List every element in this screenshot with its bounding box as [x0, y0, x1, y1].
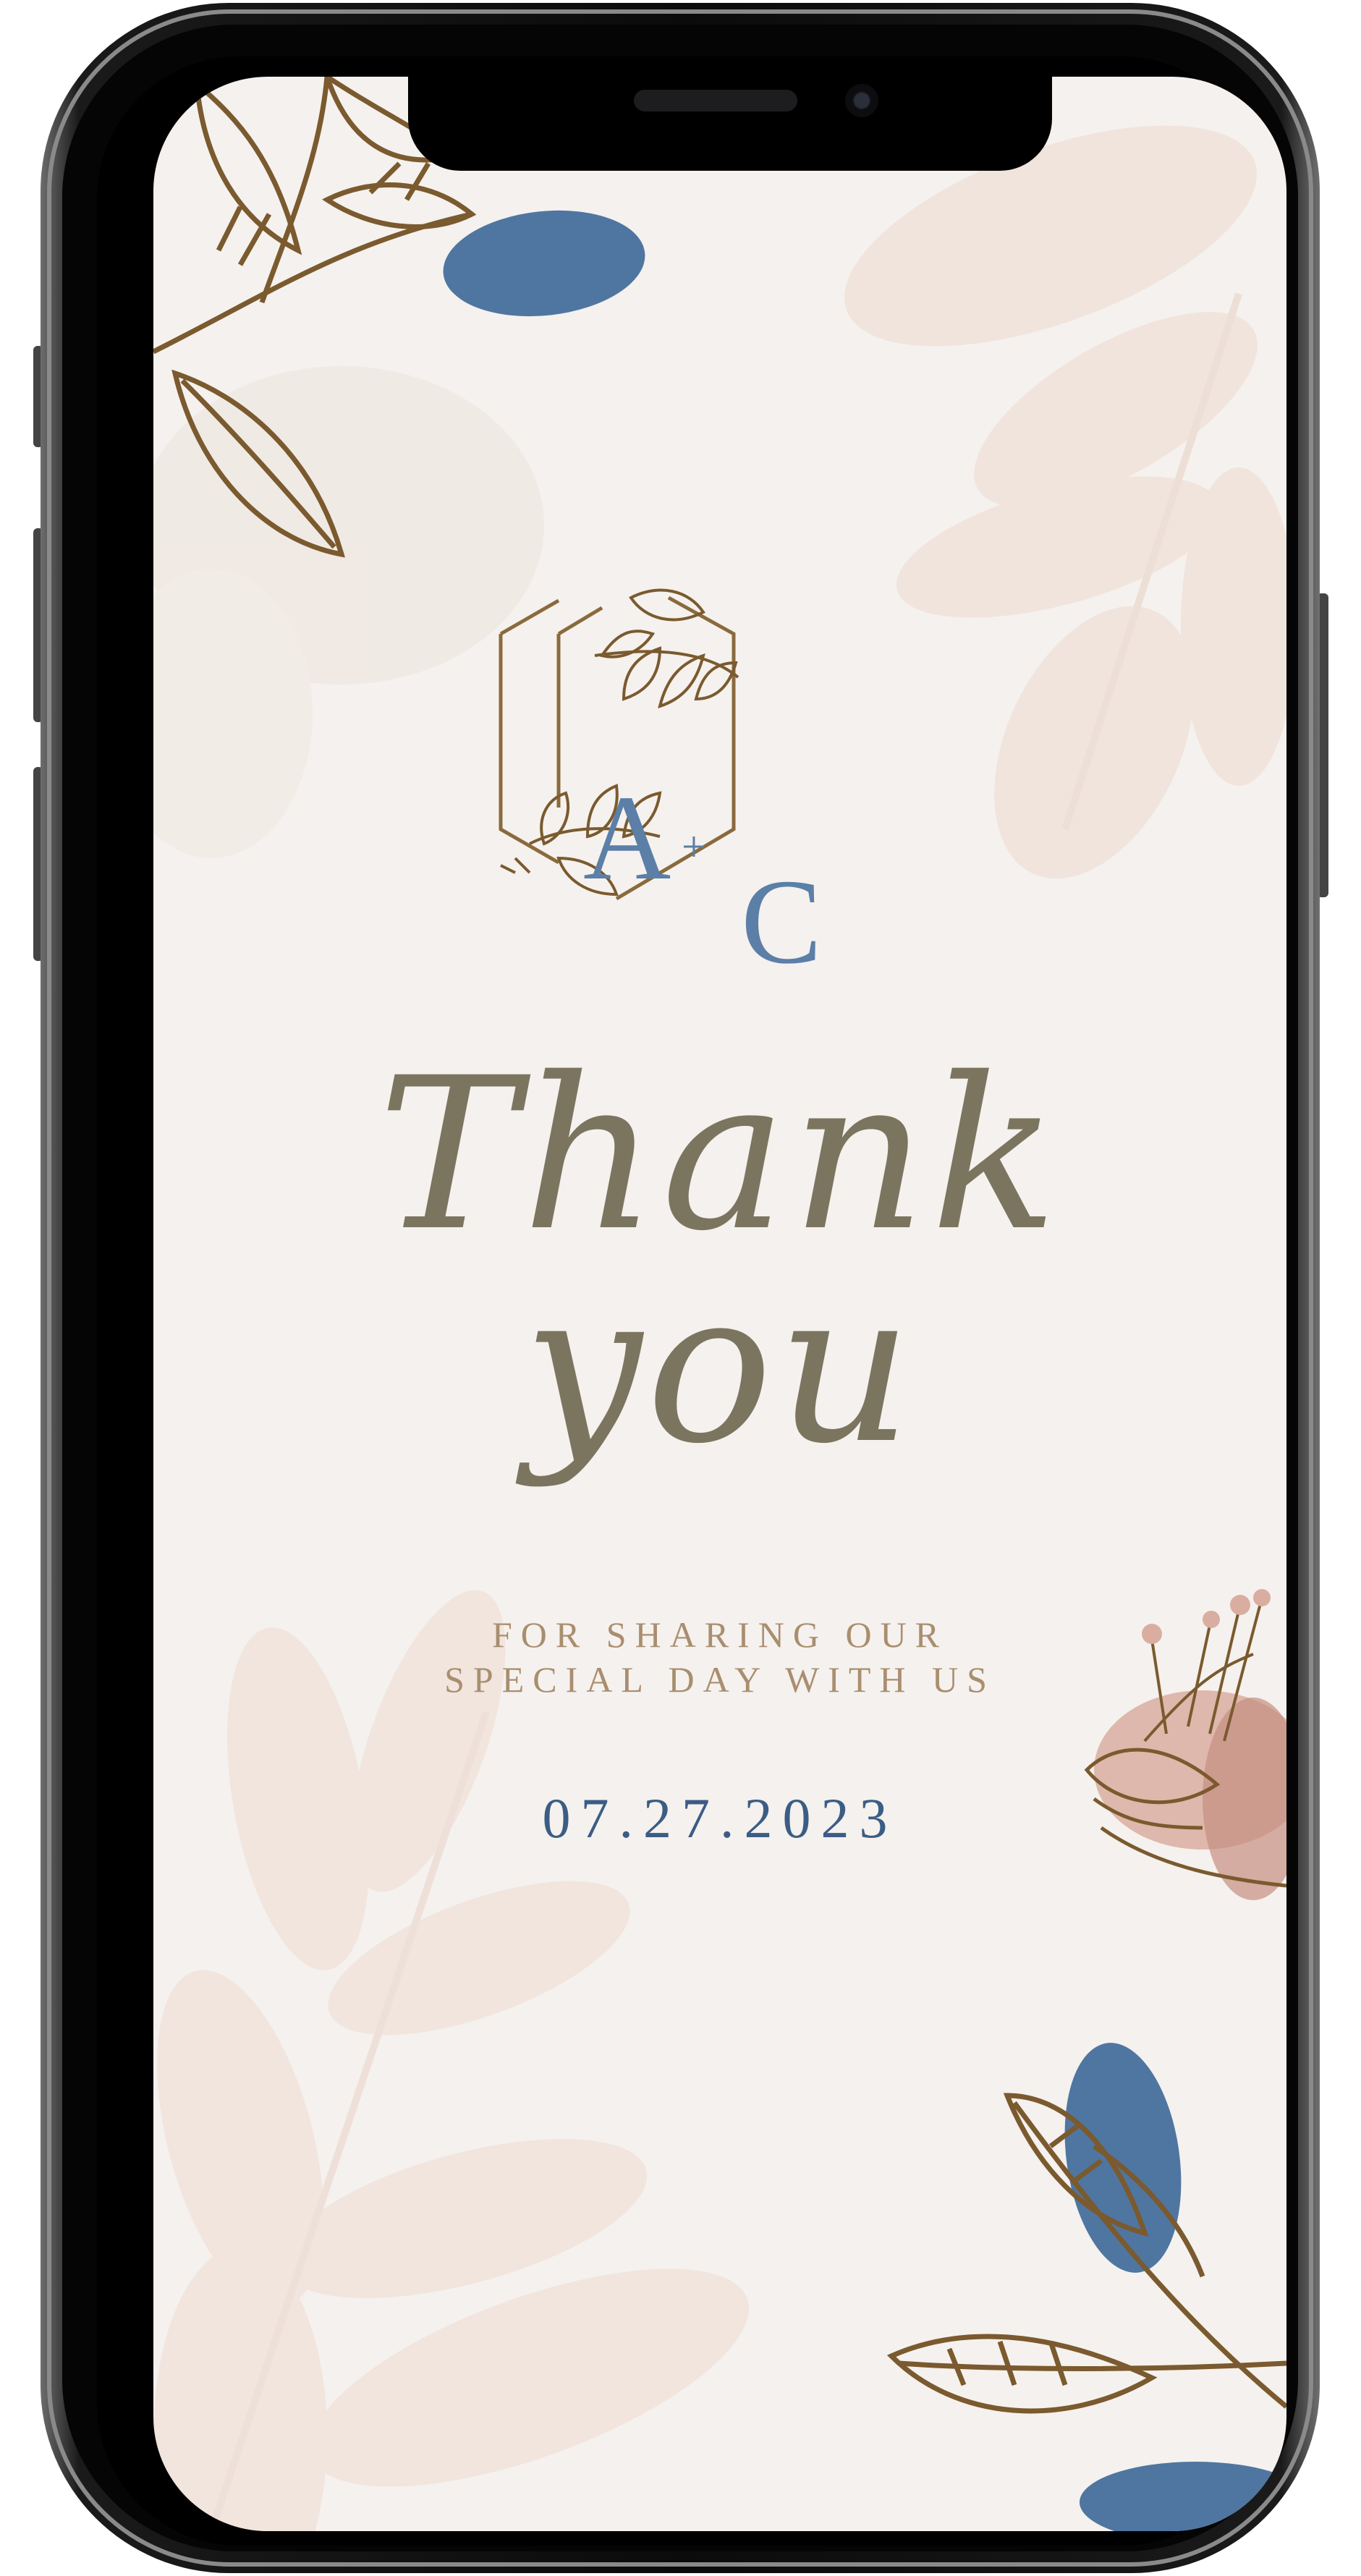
monogram-initial-left: A	[583, 771, 671, 905]
subtitle-line-1: FOR SHARING OUR	[491, 1614, 949, 1655]
subtitle-line-2: SPECIAL DAY WITH US	[444, 1659, 996, 1700]
blush-leaf-wash-left	[153, 1590, 750, 2531]
monogram-initial-right: C	[741, 855, 823, 989]
speaker-grille	[634, 90, 797, 111]
title-line-1: Thank	[378, 1033, 1062, 1277]
phone-mockup: A + C Thank you FOR SHARING OUR SPECIAL …	[33, 0, 1328, 2576]
watercolor-cloud	[153, 366, 544, 858]
blue-wash-top	[443, 210, 645, 317]
event-date: 07.27.2023	[542, 1787, 898, 1850]
screen: A + C Thank you FOR SHARING OUR SPECIAL …	[153, 77, 1286, 2531]
monogram-plus: +	[682, 823, 706, 870]
blue-wash-bottom-edge	[1080, 2462, 1286, 2531]
title-line-2: you	[523, 1246, 917, 1490]
monogram: A + C	[524, 595, 929, 1043]
front-camera	[845, 84, 878, 117]
notch	[408, 77, 1052, 171]
